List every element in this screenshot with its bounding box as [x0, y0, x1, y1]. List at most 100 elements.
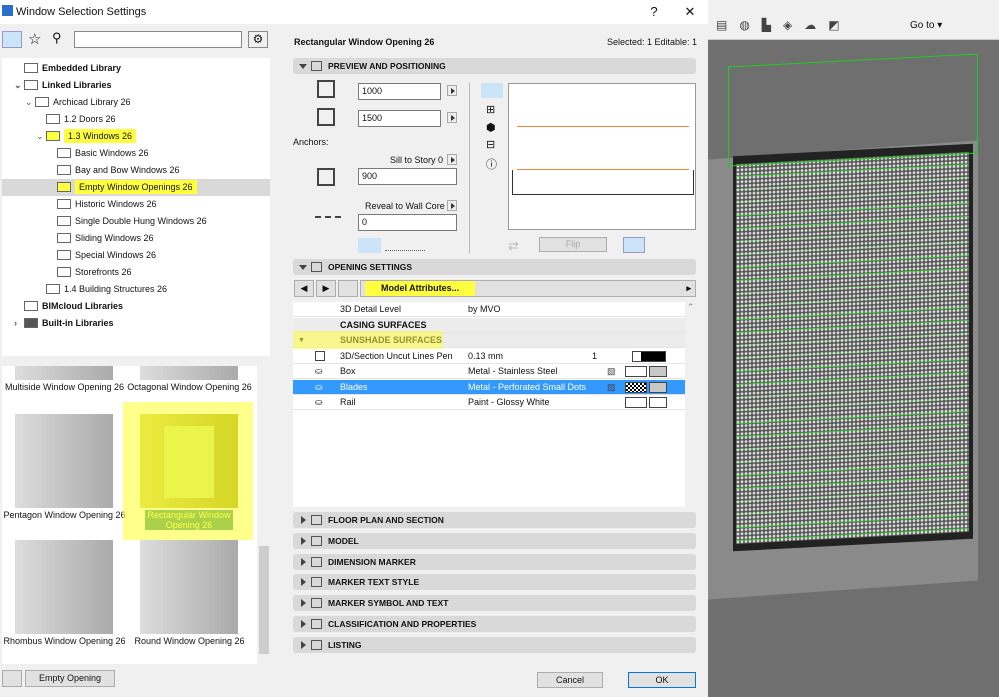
parameter-value: by MVO: [468, 304, 501, 314]
pen-swatch[interactable]: [632, 350, 666, 362]
parameter-scrollbar[interactable]: ⌃: [685, 302, 696, 507]
mirror-icon[interactable]: ⇄: [508, 238, 519, 254]
opening-side-a-button[interactable]: [623, 237, 645, 253]
thumbnail-caption[interactable]: Multiside Window Opening 26: [2, 382, 127, 392]
parameter-row[interactable]: Rail Paint - Glossy White ⛀: [293, 395, 685, 410]
section-header[interactable]: LISTING: [293, 636, 696, 653]
thumbnail-image[interactable]: [140, 366, 238, 380]
favorites-star-icon[interactable]: ☆: [28, 30, 41, 48]
goto-dropdown[interactable]: Go to ▾: [910, 20, 942, 31]
thumbnail-caption[interactable]: Pentagon Window Opening 26: [2, 510, 127, 520]
thumbnail-caption[interactable]: Round Window Opening 26: [127, 636, 252, 646]
toolbar-icons[interactable]: ▤◍▙◈☁◩: [716, 18, 876, 32]
anchor-options[interactable]: [385, 240, 425, 251]
thumbnail-caption[interactable]: Rhombus Window Opening 26: [2, 636, 127, 646]
section-header[interactable]: DIMENSION MARKER: [293, 553, 696, 570]
chevron-down-icon[interactable]: ⌄: [25, 94, 35, 111]
reveal-label[interactable]: Reveal to Wall Core: [365, 201, 445, 211]
tree-item[interactable]: 1.4 Building Structures 26: [36, 281, 167, 298]
tree-item[interactable]: Basic Windows 26: [47, 145, 149, 162]
surface-swatch-secondary[interactable]: [649, 366, 667, 377]
height-field[interactable]: 1500: [358, 110, 441, 127]
section-opening-settings[interactable]: OPENING SETTINGS: [293, 259, 696, 275]
checkbox[interactable]: [315, 350, 325, 361]
override-icon[interactable]: ▧: [607, 380, 616, 395]
tree-item[interactable]: 1.2 Doors 26: [36, 111, 116, 128]
next-page-button[interactable]: ▶: [316, 280, 336, 297]
chevron-right-icon[interactable]: ›: [14, 315, 24, 332]
close-button[interactable]: ✕: [672, 0, 708, 24]
preview-section-icon[interactable]: ⊟: [486, 138, 495, 151]
thumbnail-image[interactable]: [15, 366, 113, 380]
prev-page-button[interactable]: ◀: [294, 280, 314, 297]
parameter-row[interactable]: Blades Metal - Perforated Small Dots ⛀ ▧: [293, 379, 685, 395]
tree-item[interactable]: ⌄ Archicad Library 26: [25, 94, 131, 111]
tree-item[interactable]: Embedded Library: [14, 60, 121, 77]
tree-item[interactable]: Storefronts 26: [47, 264, 132, 281]
3d-viewport[interactable]: ▤◍▙◈☁◩ Go to ▾: [708, 0, 999, 697]
tree-item[interactable]: ⌄ Linked Libraries: [14, 77, 112, 94]
surface-swatch-secondary[interactable]: [649, 381, 667, 393]
surface-swatch[interactable]: [625, 366, 647, 377]
width-field[interactable]: 1000: [358, 83, 441, 100]
thumbnail-scrollbar[interactable]: [258, 366, 270, 664]
surface-swatch-secondary[interactable]: [649, 397, 667, 408]
page-tree-icon[interactable]: [338, 280, 358, 297]
tree-item[interactable]: Special Windows 26: [47, 247, 156, 264]
preview-3d-icon[interactable]: ⬢: [486, 121, 496, 134]
sill-field[interactable]: 900: [358, 168, 457, 185]
thumbnail-image[interactable]: [140, 540, 238, 634]
preview-grid-icon[interactable]: ⊞: [486, 103, 495, 116]
reveal-arrow-button[interactable]: [447, 200, 457, 211]
empty-opening-button[interactable]: Empty Opening: [25, 670, 115, 687]
page-selector[interactable]: Model Attributes... ▸: [360, 280, 696, 297]
library-view-button[interactable]: [2, 31, 22, 48]
ok-button[interactable]: OK: [628, 672, 696, 688]
opening-side-b-button[interactable]: [649, 237, 671, 253]
thumbnail-image[interactable]: [15, 540, 113, 634]
library-manager-icon[interactable]: [2, 670, 22, 687]
section-header[interactable]: MODEL: [293, 532, 696, 549]
search-icon[interactable]: ⚲: [52, 30, 62, 46]
section-preview-and-positioning[interactable]: PREVIEW AND POSITIONING: [293, 58, 696, 74]
section-header[interactable]: FLOOR PLAN AND SECTION: [293, 512, 696, 528]
help-button[interactable]: ?: [636, 0, 672, 24]
section-header[interactable]: MARKER TEXT STYLE: [293, 574, 696, 591]
parameter-row[interactable]: 3D Detail Level by MVO: [293, 302, 685, 317]
search-input[interactable]: [74, 31, 242, 48]
chevron-down-icon[interactable]: ⌄: [14, 77, 24, 94]
info-icon[interactable]: ⓘ: [486, 156, 497, 172]
preview-plan-button[interactable]: [481, 83, 503, 98]
override-icon[interactable]: ▧: [607, 364, 616, 379]
section-header[interactable]: MARKER SYMBOL AND TEXT: [293, 595, 696, 612]
gear-icon[interactable]: ⚙: [248, 31, 268, 48]
flip-button[interactable]: Flip: [539, 237, 607, 252]
height-arrow-button[interactable]: [447, 112, 457, 123]
sill-label[interactable]: Sill to Story 0: [390, 155, 443, 165]
tree-item[interactable]: ⌄ 1.3 Windows 26: [36, 128, 137, 145]
sill-arrow-button[interactable]: [447, 154, 457, 165]
width-arrow-button[interactable]: [447, 85, 457, 96]
tree-item[interactable]: Historic Windows 26: [47, 196, 157, 213]
tree-item[interactable]: Single Double Hung Windows 26: [47, 213, 207, 230]
tree-item[interactable]: Empty Window Openings 26: [2, 179, 270, 196]
tree-item[interactable]: › Built-in Libraries: [14, 315, 114, 332]
tree-item[interactable]: Bay and Bow Windows 26: [47, 162, 180, 179]
section-header[interactable]: CLASSIFICATION AND PROPERTIES: [293, 616, 696, 632]
anchor-option-selected[interactable]: [358, 238, 381, 253]
chevron-down-icon[interactable]: ⌄: [36, 128, 46, 145]
surface-paint-icon[interactable]: ⛀: [315, 364, 323, 379]
surface-paint-icon[interactable]: ⛀: [315, 395, 323, 410]
parameter-name: Rail: [340, 397, 356, 407]
tree-item[interactable]: Sliding Windows 26: [47, 230, 154, 247]
tree-item[interactable]: BIMcloud Libraries: [14, 298, 123, 315]
reveal-field[interactable]: 0: [358, 214, 457, 231]
surface-swatch[interactable]: [625, 397, 647, 408]
thumbnail-caption[interactable]: Octagonal Window Opening 26: [127, 382, 252, 392]
surface-swatch[interactable]: [625, 381, 647, 393]
parameter-row[interactable]: Box Metal - Stainless Steel ⛀ ▧: [293, 364, 685, 379]
cancel-button[interactable]: Cancel: [537, 672, 603, 688]
parameter-row[interactable]: 3D/Section Uncut Lines Pen 0.13 mm 1: [293, 349, 685, 364]
surface-paint-icon[interactable]: ⛀: [315, 380, 323, 395]
thumbnail-image[interactable]: [15, 414, 113, 508]
